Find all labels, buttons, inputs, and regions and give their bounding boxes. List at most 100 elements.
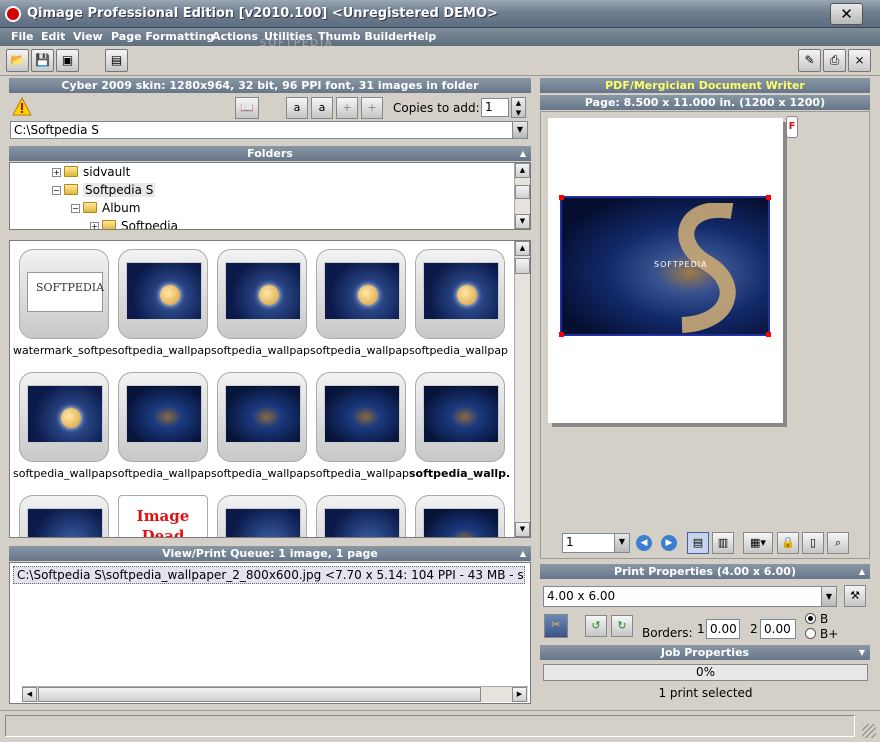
thumbnail[interactable]: SOFTPEDIA (19, 249, 109, 339)
scroll-thumb[interactable] (515, 185, 530, 199)
border2-input[interactable]: 0.00 (760, 619, 796, 639)
layout-grid-icon[interactable]: ▦▾ (743, 532, 773, 554)
crop-tool-icon[interactable]: ✂ (544, 614, 568, 638)
thumbnail[interactable] (19, 372, 109, 462)
crop-handle[interactable] (766, 195, 771, 200)
thumbnail[interactable] (217, 372, 307, 462)
close-button[interactable]: ✕ (830, 3, 863, 25)
collapse-icon[interactable]: ▲ (520, 546, 526, 561)
path-combo[interactable]: C:\Softpedia S ▼ (10, 121, 528, 139)
radio-bplus[interactable]: B+ (805, 627, 838, 641)
page-select[interactable]: 1 ▼ (562, 533, 630, 553)
menu-view[interactable]: View (73, 30, 103, 43)
expand-icon[interactable]: + (52, 168, 61, 177)
scroll-down-icon[interactable]: ▼ (515, 522, 530, 537)
job-props-header[interactable]: Job Properties ▼ (540, 645, 870, 660)
cancel-print-icon[interactable]: ⨯ (848, 49, 871, 72)
plus-icon[interactable]: + (336, 97, 358, 119)
thumbnail[interactable] (217, 249, 307, 339)
save-as-icon[interactable]: ▣ (56, 49, 79, 72)
page-search-icon[interactable]: ⌕ (827, 532, 849, 554)
scroll-up-icon[interactable]: ▲ (515, 241, 530, 256)
radio-b[interactable]: B (805, 612, 828, 626)
page-icon[interactable]: ▯ (802, 532, 824, 554)
tree-item-softpedia[interactable]: + Softpedia (90, 219, 178, 229)
crop-handle[interactable] (559, 195, 564, 200)
scroll-down-icon[interactable]: ▼ (515, 214, 530, 229)
menu-file[interactable]: File (11, 30, 34, 43)
copies-input[interactable]: 1 (481, 98, 509, 117)
collapse-tree-icon[interactable]: − (71, 204, 80, 213)
plus-multi-icon[interactable]: + (361, 97, 383, 119)
thumbnail[interactable] (19, 495, 109, 537)
print-edit-icon[interactable]: ✎ (798, 49, 821, 72)
collapse-tree-icon[interactable]: − (52, 186, 61, 195)
thumbnail[interactable] (217, 495, 307, 537)
radio-b-dot[interactable] (805, 613, 816, 624)
prev-page-icon[interactable]: ◀ (636, 535, 652, 551)
chevron-down-icon[interactable]: ▼ (614, 534, 629, 552)
print-icon[interactable]: ⎙ (823, 49, 846, 72)
scroll-right-icon[interactable]: ▶ (512, 687, 527, 702)
radio-bplus-dot[interactable] (805, 628, 816, 639)
crop-handle[interactable] (766, 332, 771, 337)
landscape-icon[interactable]: ▥ (712, 532, 734, 554)
page-marker[interactable]: F (786, 116, 798, 138)
thumbnail-caption: softpedia_wallpap... (310, 467, 410, 480)
crop-handle[interactable] (559, 332, 564, 337)
scroll-left-icon[interactable]: ◀ (22, 687, 37, 702)
progress-bar: 0% (543, 664, 868, 681)
open-icon[interactable]: 📂 (6, 49, 29, 72)
thumbnail[interactable] (316, 249, 406, 339)
chevron-down-icon[interactable]: ▼ (512, 122, 527, 138)
portrait-icon[interactable]: ▤ (687, 532, 709, 554)
queue-item[interactable]: C:\Softpedia S\softpedia_wallpaper_2_800… (13, 566, 525, 584)
printer-setup-icon[interactable]: ▤ (105, 49, 128, 72)
thumbnail-dead[interactable]: Image Dead (118, 495, 208, 537)
warning-icon[interactable] (12, 96, 32, 117)
thumbnail[interactable] (316, 495, 406, 537)
print-props-header[interactable]: Print Properties (4.00 x 6.00) ▲ (540, 564, 870, 579)
resize-grip-icon[interactable] (862, 724, 876, 738)
scroll-up-icon[interactable]: ▲ (515, 163, 530, 178)
rotate-left-icon[interactable]: ↺ (585, 615, 607, 637)
thumbnail[interactable] (316, 372, 406, 462)
tools-icon[interactable]: ⚒ (844, 585, 866, 607)
menu-page-formatting[interactable]: Page Formatting (111, 30, 214, 43)
folders-header[interactable]: Folders ▲ (9, 146, 531, 161)
border1-input[interactable]: 0.00 (706, 619, 740, 639)
rotate-right-icon[interactable]: ↻ (611, 615, 633, 637)
book-icon[interactable]: 📖 (235, 97, 259, 119)
preview-image[interactable]: SOFTPEDIA (559, 195, 771, 337)
tree-item-softpedia-s[interactable]: − Softpedia S (52, 183, 156, 197)
add-all-icon[interactable]: a (286, 97, 308, 119)
tree-item-sidvault[interactable]: + sidvault (52, 165, 130, 179)
save-icon[interactable]: 💾 (31, 49, 54, 72)
chevron-down-icon[interactable]: ▼ (821, 587, 836, 606)
printer-header[interactable]: PDF/Mergician Document Writer (540, 78, 870, 93)
thumbnail[interactable] (415, 249, 505, 339)
thumbnail[interactable] (415, 372, 505, 462)
collapse-icon[interactable]: ▲ (859, 564, 865, 579)
copies-spinner[interactable]: ▲ ▼ (511, 97, 526, 118)
queue-hscrollbar[interactable]: ◀ ▶ (22, 686, 528, 702)
expand-icon[interactable]: ▼ (859, 645, 865, 660)
thumbnail[interactable] (118, 372, 208, 462)
collapse-icon[interactable]: ▲ (520, 146, 526, 161)
menu-edit[interactable]: Edit (41, 30, 65, 43)
add-one-icon[interactable]: a (311, 97, 333, 119)
thumbnail-scrollbar[interactable]: ▲ ▼ (514, 241, 530, 537)
queue-header[interactable]: View/Print Queue: 1 image, 1 page ▲ (9, 546, 531, 561)
tree-scrollbar[interactable]: ▲ ▼ (514, 163, 530, 229)
expand-icon[interactable]: + (90, 222, 99, 229)
next-page-icon[interactable]: ▶ (661, 535, 677, 551)
size-combo[interactable]: 4.00 x 6.00 ▼ (543, 586, 837, 607)
menu-actions[interactable]: Actions (212, 30, 258, 43)
tree-item-album[interactable]: − Album (71, 201, 140, 215)
menu-help[interactable]: Help (408, 30, 436, 43)
scroll-thumb[interactable] (38, 687, 481, 702)
scroll-thumb[interactable] (515, 258, 530, 274)
thumbnail[interactable] (118, 249, 208, 339)
thumbnail[interactable] (415, 495, 505, 537)
lock-icon[interactable]: 🔒 (777, 532, 799, 554)
